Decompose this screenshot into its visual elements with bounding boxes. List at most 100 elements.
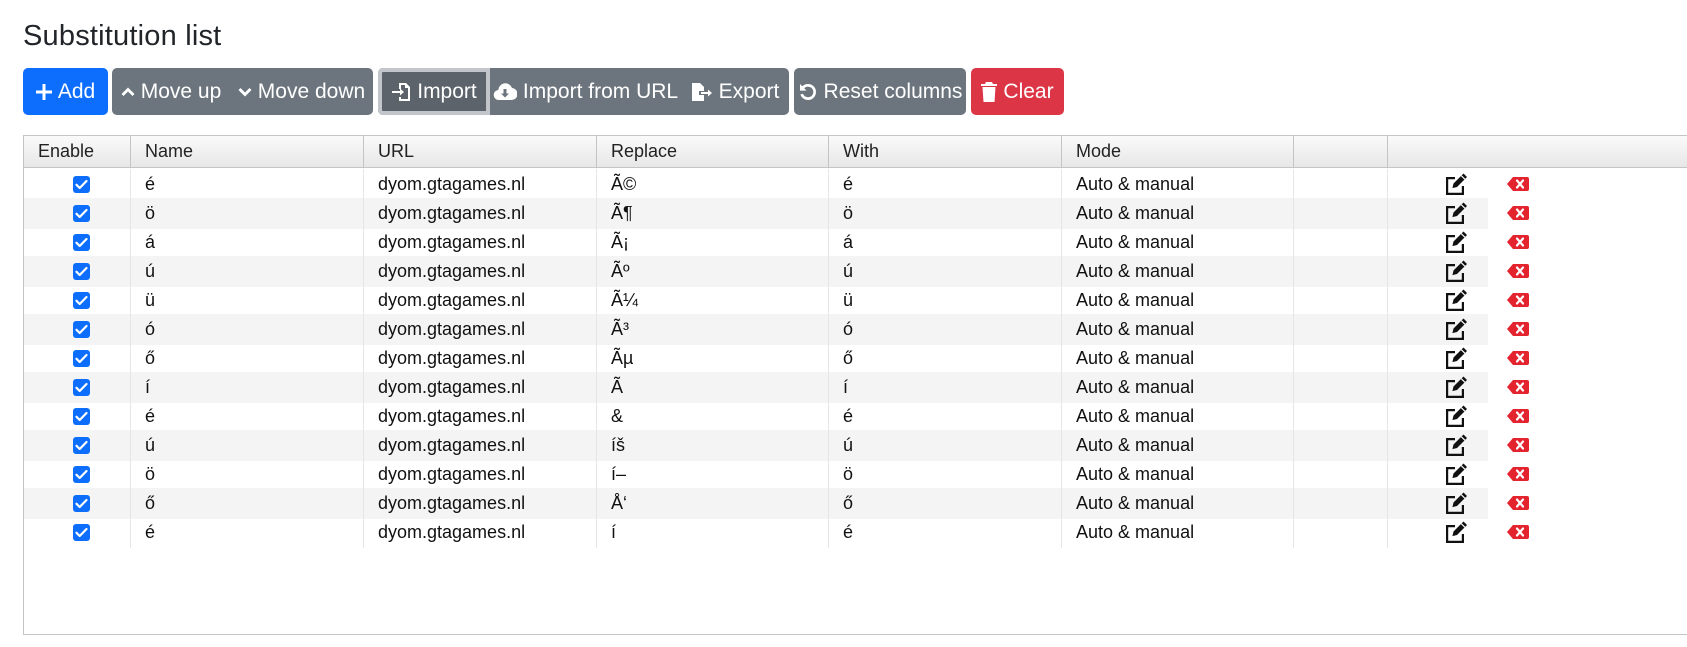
table-header: Enable Name URL Replace With Mode bbox=[24, 136, 1687, 168]
delete-icon[interactable] bbox=[1507, 322, 1529, 341]
edit-icon[interactable] bbox=[1443, 317, 1469, 346]
edit-icon[interactable] bbox=[1443, 520, 1469, 549]
cell-replace: Å‘ bbox=[597, 488, 829, 519]
checkmark-icon bbox=[75, 266, 88, 277]
cell-url: dyom.gtagames.nl bbox=[364, 227, 597, 258]
cell-enable bbox=[24, 430, 131, 461]
cell-replace: Ãº bbox=[597, 256, 829, 287]
move-up-button[interactable]: Move up bbox=[112, 68, 230, 115]
enable-checkbox[interactable] bbox=[73, 379, 90, 396]
delete-icon[interactable] bbox=[1507, 467, 1529, 486]
edit-icon[interactable] bbox=[1443, 375, 1469, 404]
cell-name: é bbox=[131, 517, 364, 548]
cell-mode: Auto & manual bbox=[1062, 227, 1294, 258]
checkmark-icon bbox=[75, 498, 88, 509]
edit-icon[interactable] bbox=[1443, 172, 1469, 201]
cell-url: dyom.gtagames.nl bbox=[364, 285, 597, 316]
delete-icon[interactable] bbox=[1507, 177, 1529, 196]
delete-icon[interactable] bbox=[1507, 496, 1529, 515]
table-row[interactable]: ó dyom.gtagames.nl Ã³ ó Auto & manual bbox=[24, 314, 1529, 346]
table-row[interactable]: ő dyom.gtagames.nl Å‘ ő Auto & manual bbox=[24, 488, 1529, 520]
header-replace[interactable]: Replace bbox=[597, 136, 829, 167]
cell-mode: Auto & manual bbox=[1062, 430, 1294, 461]
enable-checkbox[interactable] bbox=[73, 234, 90, 251]
enable-checkbox[interactable] bbox=[73, 292, 90, 309]
cell-mode: Auto & manual bbox=[1062, 459, 1294, 490]
header-enable[interactable]: Enable bbox=[24, 136, 131, 167]
cell-actions bbox=[1294, 285, 1388, 316]
table-row[interactable]: ú dyom.gtagames.nl Ãº ú Auto & manual bbox=[24, 256, 1529, 288]
cell-replace: Ã¡ bbox=[597, 227, 829, 258]
table-row[interactable]: í dyom.gtagames.nl Ãí Auto & manual bbox=[24, 372, 1529, 404]
enable-checkbox[interactable] bbox=[73, 263, 90, 280]
enable-checkbox[interactable] bbox=[73, 495, 90, 512]
checkmark-icon bbox=[75, 440, 88, 451]
table-row[interactable]: ö dyom.gtagames.nl í– ö Auto & manual bbox=[24, 459, 1529, 491]
edit-icon[interactable] bbox=[1443, 288, 1469, 317]
delete-icon[interactable] bbox=[1507, 380, 1529, 399]
enable-checkbox[interactable] bbox=[73, 466, 90, 483]
import-from-url-button[interactable]: Import from URL bbox=[490, 68, 681, 115]
delete-icon[interactable] bbox=[1507, 235, 1529, 254]
cell-name: á bbox=[131, 227, 364, 258]
table-row[interactable]: á dyom.gtagames.nl Ã¡ á Auto & manual bbox=[24, 227, 1529, 259]
header-name[interactable]: Name bbox=[131, 136, 364, 167]
edit-icon[interactable] bbox=[1443, 230, 1469, 259]
chevron-up-icon bbox=[121, 87, 135, 96]
cell-replace: íš bbox=[597, 430, 829, 461]
table-row[interactable]: ü dyom.gtagames.nl Ã¼ ü Auto & manual bbox=[24, 285, 1529, 317]
edit-icon[interactable] bbox=[1443, 404, 1469, 433]
cell-replace: Ã bbox=[597, 372, 829, 403]
move-down-button[interactable]: Move down bbox=[230, 68, 373, 115]
delete-icon[interactable] bbox=[1507, 264, 1529, 283]
table-row[interactable]: ö dyom.gtagames.nl Ã¶ ö Auto & manual bbox=[24, 198, 1529, 230]
edit-icon[interactable] bbox=[1443, 462, 1469, 491]
delete-icon[interactable] bbox=[1507, 438, 1529, 457]
add-button[interactable]: Add bbox=[23, 68, 108, 115]
header-url[interactable]: URL bbox=[364, 136, 597, 167]
edit-icon[interactable] bbox=[1443, 259, 1469, 288]
cell-url: dyom.gtagames.nl bbox=[364, 517, 597, 548]
cell-replace: & bbox=[597, 401, 829, 432]
cell-with: é bbox=[829, 401, 1062, 432]
header-mode[interactable]: Mode bbox=[1062, 136, 1294, 167]
cell-name: ú bbox=[131, 430, 364, 461]
table-row[interactable]: ő dyom.gtagames.nl Ãµ ő Auto & manual bbox=[24, 343, 1529, 375]
import-button[interactable]: Import bbox=[378, 68, 490, 115]
cell-url: dyom.gtagames.nl bbox=[364, 256, 597, 287]
export-button[interactable]: Export bbox=[681, 68, 789, 115]
enable-checkbox[interactable] bbox=[73, 408, 90, 425]
delete-icon[interactable] bbox=[1507, 351, 1529, 370]
cell-enable bbox=[24, 314, 131, 345]
table-row[interactable]: ú dyom.gtagames.nl íš ú Auto & manual bbox=[24, 430, 1529, 462]
enable-checkbox[interactable] bbox=[73, 524, 90, 541]
delete-icon[interactable] bbox=[1507, 293, 1529, 312]
cloud-download-icon bbox=[493, 82, 517, 100]
clear-button[interactable]: Clear bbox=[971, 68, 1064, 115]
enable-checkbox[interactable] bbox=[73, 350, 90, 367]
cell-name: ő bbox=[131, 343, 364, 374]
enable-checkbox[interactable] bbox=[73, 437, 90, 454]
edit-icon[interactable] bbox=[1443, 201, 1469, 230]
edit-icon[interactable] bbox=[1443, 433, 1469, 462]
add-button-label: Add bbox=[57, 79, 96, 103]
table-row[interactable]: é dyom.gtagames.nl Ã© é Auto & manual bbox=[24, 169, 1529, 201]
cell-actions bbox=[1294, 169, 1388, 200]
delete-icon[interactable] bbox=[1507, 206, 1529, 225]
enable-checkbox[interactable] bbox=[73, 205, 90, 222]
cell-name: é bbox=[131, 169, 364, 200]
reset-columns-button[interactable]: Reset columns bbox=[794, 68, 966, 115]
cell-replace: Ã¼ bbox=[597, 285, 829, 316]
header-with[interactable]: With bbox=[829, 136, 1062, 167]
table-row[interactable]: é dyom.gtagames.nl & é Auto & manual bbox=[24, 401, 1529, 433]
cell-with: ú bbox=[829, 430, 1062, 461]
cell-url: dyom.gtagames.nl bbox=[364, 459, 597, 490]
edit-icon[interactable] bbox=[1443, 491, 1469, 520]
enable-checkbox[interactable] bbox=[73, 321, 90, 338]
table-row[interactable]: é dyom.gtagames.nl í é Auto & manual bbox=[24, 517, 1529, 549]
delete-icon[interactable] bbox=[1507, 525, 1529, 544]
delete-icon[interactable] bbox=[1507, 409, 1529, 428]
enable-checkbox[interactable] bbox=[73, 176, 90, 193]
cell-with: ő bbox=[829, 488, 1062, 519]
edit-icon[interactable] bbox=[1443, 346, 1469, 375]
